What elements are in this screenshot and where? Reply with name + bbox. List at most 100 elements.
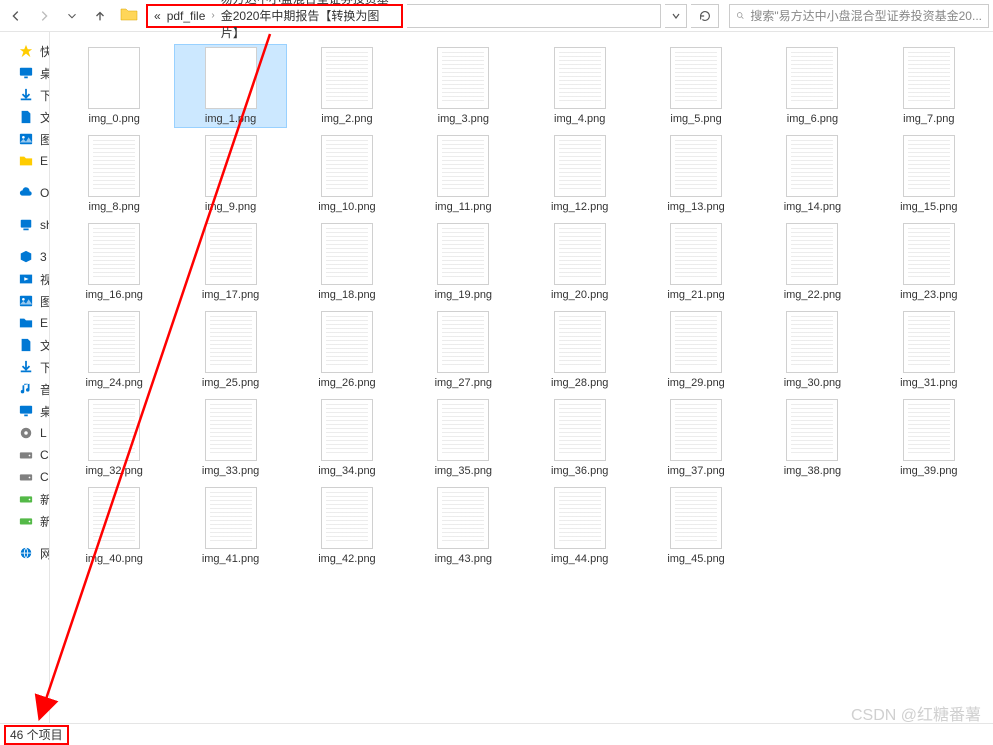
file-thumbnail	[205, 47, 257, 109]
forward-button[interactable]	[32, 4, 56, 28]
file-item[interactable]: img_15.png	[873, 132, 985, 216]
sidebar-item[interactable]: 文	[0, 106, 49, 128]
sidebar-item[interactable]: E	[0, 150, 49, 172]
file-item[interactable]: img_44.png	[524, 484, 636, 568]
file-thumbnail	[903, 135, 955, 197]
file-item[interactable]: img_27.png	[407, 308, 519, 392]
sidebar-item[interactable]: 音	[0, 378, 49, 400]
file-item[interactable]: img_40.png	[58, 484, 170, 568]
file-item[interactable]: img_23.png	[873, 220, 985, 304]
sidebar-item[interactable]: 下	[0, 356, 49, 378]
file-item[interactable]: img_3.png	[407, 44, 519, 128]
file-thumbnail	[670, 223, 722, 285]
file-name: img_24.png	[85, 377, 143, 389]
sidebar-item[interactable]: E	[0, 312, 49, 334]
disk-icon	[18, 447, 34, 463]
file-item[interactable]: img_31.png	[873, 308, 985, 392]
file-thumbnail	[205, 135, 257, 197]
file-item[interactable]: img_7.png	[873, 44, 985, 128]
sidebar-item-label: 新	[40, 491, 50, 508]
file-item[interactable]: img_33.png	[174, 396, 286, 480]
file-item[interactable]: img_43.png	[407, 484, 519, 568]
refresh-button[interactable]	[691, 4, 719, 28]
file-item[interactable]: img_1.png	[174, 44, 286, 128]
sidebar-item[interactable]: 图	[0, 290, 49, 312]
file-item[interactable]: img_19.png	[407, 220, 519, 304]
breadcrumb-tail[interactable]	[407, 4, 661, 28]
back-button[interactable]	[4, 4, 28, 28]
file-item[interactable]: img_2.png	[291, 44, 403, 128]
sidebar-item[interactable]: 3	[0, 246, 49, 268]
sidebar-item[interactable]: 新	[0, 488, 49, 510]
file-list[interactable]: img_0.pngimg_1.pngimg_2.pngimg_3.pngimg_…	[50, 32, 993, 723]
sidebar-item[interactable]: 桌	[0, 62, 49, 84]
video-icon	[18, 271, 34, 287]
sidebar-item[interactable]: 快	[0, 40, 49, 62]
sidebar-item[interactable]: 下	[0, 84, 49, 106]
file-item[interactable]: img_38.png	[756, 396, 868, 480]
recent-dropdown[interactable]	[60, 4, 84, 28]
sidebar-item-label: L	[40, 426, 47, 440]
up-button[interactable]	[88, 4, 112, 28]
sidebar-item[interactable]: 网	[0, 542, 49, 564]
file-item[interactable]: img_13.png	[640, 132, 752, 216]
breadcrumb-dropdown[interactable]	[665, 4, 687, 28]
breadcrumb[interactable]: « pdf_file › 易方达中小盘混合型证券投资基金2020年中期报告【转换…	[146, 4, 403, 28]
file-item[interactable]: img_28.png	[524, 308, 636, 392]
sidebar-item[interactable]: 图	[0, 128, 49, 150]
file-item[interactable]: img_25.png	[174, 308, 286, 392]
file-item[interactable]: img_22.png	[756, 220, 868, 304]
file-item[interactable]: img_8.png	[58, 132, 170, 216]
file-item[interactable]: img_39.png	[873, 396, 985, 480]
sidebar-item[interactable]: 桌	[0, 400, 49, 422]
sidebar-item[interactable]: 文	[0, 334, 49, 356]
file-thumbnail	[786, 135, 838, 197]
file-item[interactable]: img_41.png	[174, 484, 286, 568]
file-item[interactable]: img_18.png	[291, 220, 403, 304]
file-item[interactable]: img_29.png	[640, 308, 752, 392]
file-item[interactable]: img_9.png	[174, 132, 286, 216]
sidebar-item[interactable]: O	[0, 182, 49, 204]
file-item[interactable]: img_6.png	[756, 44, 868, 128]
file-item[interactable]: img_16.png	[58, 220, 170, 304]
sidebar-item[interactable]: C	[0, 444, 49, 466]
sidebar-item[interactable]: L	[0, 422, 49, 444]
file-item[interactable]: img_12.png	[524, 132, 636, 216]
file-item[interactable]: img_0.png	[58, 44, 170, 128]
file-item[interactable]: img_24.png	[58, 308, 170, 392]
search-placeholder: 搜索"易方达中小盘混合型证券投资基金20...	[750, 7, 982, 24]
file-name: img_17.png	[202, 289, 260, 301]
file-item[interactable]: img_14.png	[756, 132, 868, 216]
sidebar-item[interactable]: 视	[0, 268, 49, 290]
file-item[interactable]: img_20.png	[524, 220, 636, 304]
file-item[interactable]: img_21.png	[640, 220, 752, 304]
file-item[interactable]: img_30.png	[756, 308, 868, 392]
navigation-pane[interactable]: 快桌下文图EOsh3视图E文下音桌LCC新新网	[0, 32, 50, 723]
file-name: img_20.png	[551, 289, 609, 301]
file-item[interactable]: img_32.png	[58, 396, 170, 480]
sidebar-item[interactable]: C	[0, 466, 49, 488]
file-thumbnail	[554, 399, 606, 461]
file-name: img_18.png	[318, 289, 376, 301]
music-icon	[18, 381, 34, 397]
file-item[interactable]: img_42.png	[291, 484, 403, 568]
file-item[interactable]: img_17.png	[174, 220, 286, 304]
sidebar-item[interactable]: sh	[0, 214, 49, 236]
file-item[interactable]: img_26.png	[291, 308, 403, 392]
file-item[interactable]: img_11.png	[407, 132, 519, 216]
file-item[interactable]: img_36.png	[524, 396, 636, 480]
search-input[interactable]: 搜索"易方达中小盘混合型证券投资基金20...	[729, 4, 989, 28]
file-item[interactable]: img_10.png	[291, 132, 403, 216]
file-item[interactable]: img_37.png	[640, 396, 752, 480]
file-thumbnail	[437, 223, 489, 285]
breadcrumb-parent[interactable]: pdf_file	[167, 9, 206, 23]
sidebar-item[interactable]: 新	[0, 510, 49, 532]
file-item[interactable]: img_45.png	[640, 484, 752, 568]
sidebar-item-label: 桌	[40, 403, 50, 420]
file-item[interactable]: img_4.png	[524, 44, 636, 128]
sidebar-item-label: 文	[40, 337, 50, 354]
file-item[interactable]: img_34.png	[291, 396, 403, 480]
file-item[interactable]: img_5.png	[640, 44, 752, 128]
file-item[interactable]: img_35.png	[407, 396, 519, 480]
file-thumbnail	[321, 399, 373, 461]
